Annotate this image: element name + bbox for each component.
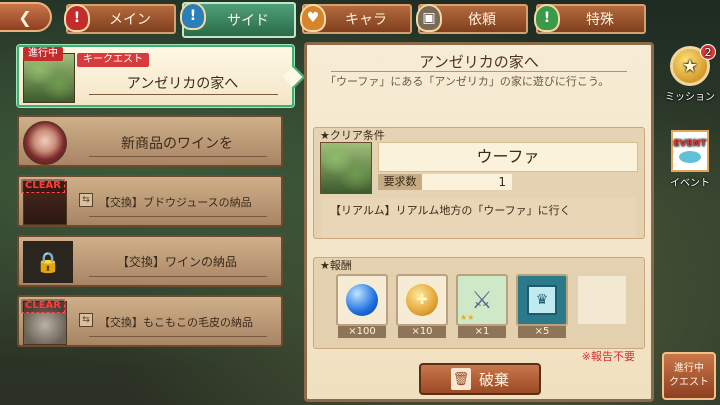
condition-location: ウーファ [378, 142, 638, 172]
quest-item-wine-delivery[interactable]: 🔒 【交換】ワインの納品 [17, 235, 283, 287]
tab-request-label: 依頼 [468, 12, 496, 28]
quest-list: 進行中 キークエスト アンゼリカの家へ 新商品のワインを CLEAR ⇆ 【交換… [17, 45, 299, 347]
title-underline [89, 276, 267, 277]
event-button[interactable]: EVENT イベント [662, 130, 718, 189]
title-divider [331, 71, 627, 72]
exclamation-icon: ! [534, 4, 560, 32]
event-card-text: EVENT [673, 139, 707, 149]
clear-stamp: CLEAR [21, 299, 65, 313]
clear-stamp: CLEAR [21, 179, 65, 193]
reward-quantity: ×5 [518, 326, 566, 338]
title-underline [89, 156, 267, 157]
in-progress-quest-button[interactable]: 進行中 クエスト [662, 352, 716, 400]
discard-label: 破棄 [478, 370, 509, 389]
title-underline [89, 216, 267, 217]
quest-title: 【交換】もこもこの毛皮の納品 [99, 316, 253, 329]
mission-label: ミッション [665, 92, 715, 103]
quest-item-grape-juice[interactable]: CLEAR ⇆ 【交換】ブドウジュースの納品 [17, 175, 283, 227]
tab-side[interactable]: ! サイド [180, 2, 296, 38]
discard-button[interactable]: 🗑 破棄 [419, 363, 541, 395]
condition-text: 【リアルム】リアルム地方の「ウーファ」に行く [322, 198, 636, 238]
required-count-label: 要求数 [378, 174, 422, 190]
reward-quantity: ×1 [458, 326, 506, 338]
back-button[interactable]: ❮ [0, 2, 52, 32]
exchange-icon: ⇆ [79, 313, 93, 327]
required-count-value: 1 [422, 174, 512, 190]
lock-icon: 🔒 [23, 241, 73, 283]
reward-item[interactable]: ×100 [336, 274, 388, 338]
trash-icon: 🗑 [450, 368, 471, 390]
quest-title: 新商品のワインを [121, 136, 233, 152]
sword-icon: ⚔ [471, 286, 493, 314]
tab-chara-label: キャラ [345, 12, 387, 28]
bird-icon [679, 151, 701, 163]
tab-special[interactable]: ! 特殊 [534, 4, 646, 34]
reward-item[interactable]: ✚ ×10 [396, 274, 448, 338]
title-underline [89, 336, 267, 337]
quest-item-angelica[interactable]: 進行中 キークエスト アンゼリカの家へ [17, 45, 294, 107]
no-report-note: ※報告不要 [581, 350, 635, 363]
quest-description: 「ウーファ」にある「アンゼリカ」の家に遊びに行こう。 [325, 75, 610, 88]
mission-button[interactable]: ★ 2 ミッション [662, 44, 718, 103]
exclamation-icon: ! [180, 2, 206, 30]
quest-title: 【交換】ブドウジュースの納品 [99, 196, 252, 209]
exchange-icon: ⇆ [79, 193, 93, 207]
event-card-icon: EVENT [671, 130, 709, 172]
quest-item-fur[interactable]: CLEAR ⇆ 【交換】もこもこの毛皮の納品 [17, 295, 283, 347]
title-underline [89, 94, 278, 95]
crown-ticket-icon: ♛ [527, 285, 557, 315]
detail-title: アンゼリカの家へ [419, 53, 539, 71]
key-quest-badge: キークエスト [77, 53, 149, 67]
in-progress-quest-label: 進行中 クエスト [669, 363, 709, 388]
tab-chara[interactable]: ♥ キャラ [300, 4, 412, 34]
gold-coin-icon: ✚ [406, 284, 438, 316]
clear-condition-label: ★クリア条件 [320, 129, 385, 142]
quest-item-wine[interactable]: 新商品のワインを [17, 115, 283, 167]
request-icon: ▣ [416, 4, 442, 32]
clear-condition-box: ★クリア条件 ウーファ 要求数 1 【リアルム】リアルム地方の「ウーファ」に行く [313, 127, 645, 239]
reward-box: ★報酬 ×100 ✚ ×10 ⚔ ★★ ×1 ♛ ×5 [313, 257, 645, 349]
back-arrow-icon: ❮ [18, 7, 32, 27]
blue-orb-icon [346, 284, 378, 316]
event-label: イベント [670, 178, 710, 189]
quest-title: アンゼリカの家へ [126, 76, 239, 92]
reward-item[interactable]: ♛ ×5 [516, 274, 568, 338]
quest-detail-panel: アンゼリカの家へ 「ウーファ」にある「アンゼリカ」の家に遊びに行こう。 ★クリア… [304, 42, 654, 402]
quest-title: 【交換】ワインの納品 [116, 255, 237, 269]
reward-label: ★報酬 [320, 259, 352, 272]
character-portrait [23, 121, 67, 165]
heart-icon: ♥ [300, 4, 326, 32]
reward-slot-empty [576, 274, 628, 326]
reward-quantity: ×10 [398, 326, 446, 338]
in-progress-badge: 進行中 [23, 47, 63, 61]
tab-main-label: メイン [109, 12, 151, 28]
reward-quantity: ×100 [338, 326, 386, 338]
tab-main[interactable]: ! メイン [64, 4, 176, 34]
tab-side-label: サイド [227, 13, 269, 29]
exclamation-icon: ! [64, 4, 90, 32]
tab-request[interactable]: ▣ 依頼 [416, 4, 528, 34]
mission-badge: 2 [700, 44, 716, 60]
top-tab-bar: ❮ ! メイン ! サイド ♥ キャラ ▣ 依頼 ! 特殊 [0, 0, 720, 40]
tab-special-label: 特殊 [586, 12, 614, 28]
reward-item[interactable]: ⚔ ★★ ×1 [456, 274, 508, 338]
rarity-stars: ★★ [460, 313, 475, 322]
location-thumbnail [320, 142, 372, 194]
